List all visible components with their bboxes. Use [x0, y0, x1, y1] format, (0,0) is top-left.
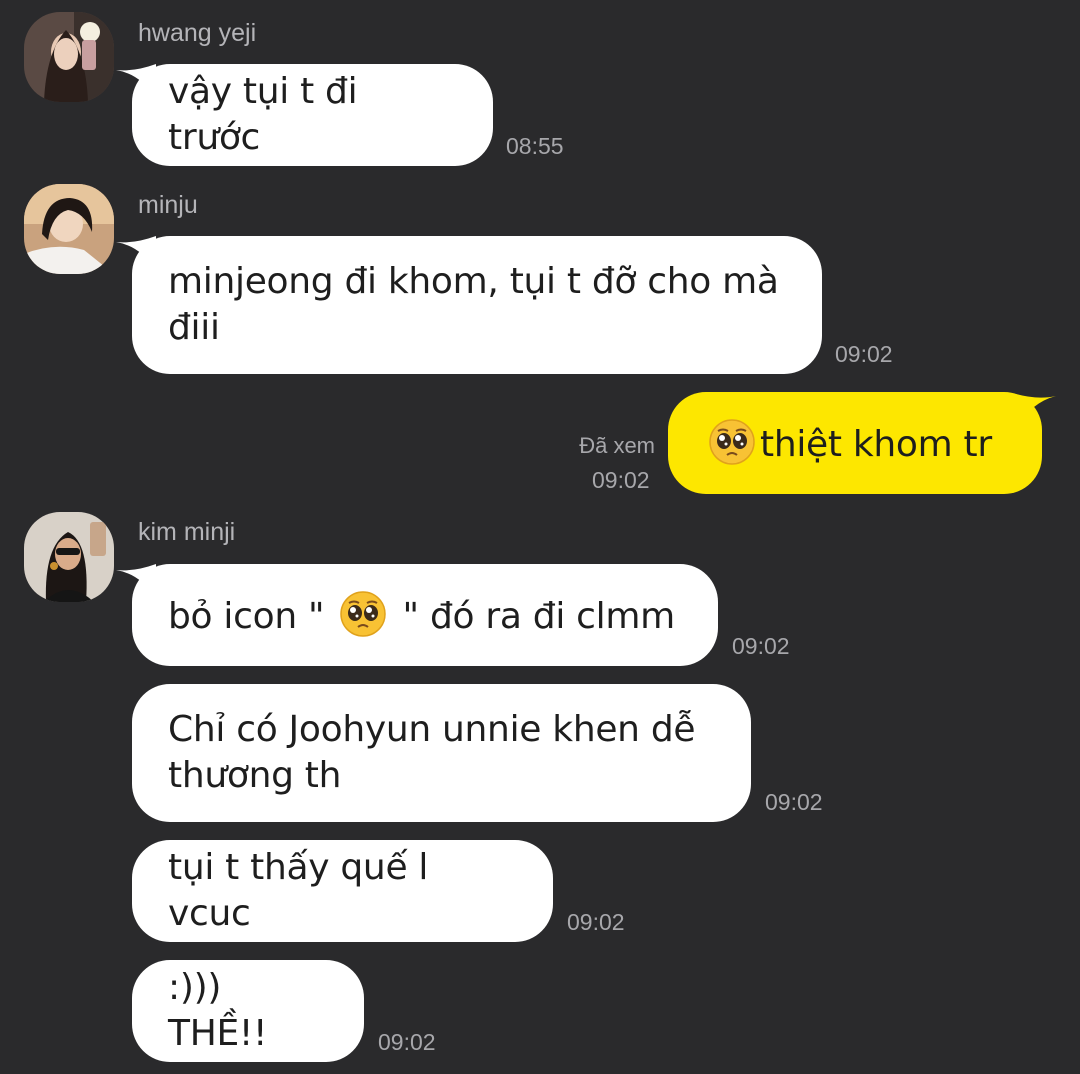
message-text-part: " đó ra đi clmm	[391, 596, 676, 637]
avatar-kim-minji[interactable]	[24, 512, 114, 602]
message-text: Chỉ có Joohyun unnie khen dễ thương th	[168, 709, 696, 796]
message-bubble[interactable]: vậy tụi t đi trước	[132, 64, 493, 166]
message-time: 08:55	[506, 133, 564, 159]
message-text: vậy tụi t đi trước	[168, 71, 358, 158]
pleading-face-icon	[708, 418, 756, 466]
my-message-bubble[interactable]: thiệt khom tr	[668, 392, 1042, 494]
read-status: Đã xem	[579, 433, 655, 458]
pleading-face-icon	[339, 590, 387, 638]
avatar-hwang-yeji[interactable]	[24, 12, 114, 102]
message-time: 09:02	[592, 467, 650, 493]
message-text-part: bỏ icon "	[168, 596, 336, 637]
message-bubble[interactable]: minjeong đi khom, tụi t đỡ cho mà điii	[132, 236, 822, 374]
sender-name: minju	[138, 191, 198, 219]
message-text: thiệt khom tr	[704, 418, 992, 468]
message-time: 09:02	[765, 789, 823, 815]
message-time: 09:02	[567, 909, 625, 935]
message-bubble[interactable]: bỏ icon " " đó ra đi clmm	[132, 564, 718, 666]
message-bubble[interactable]: Chỉ có Joohyun unnie khen dễ thương th	[132, 684, 751, 822]
message-text: :))) THỀ!!	[168, 967, 268, 1054]
sender-name: hwang yeji	[138, 19, 257, 47]
message-text: tụi t thấy quế l vcuc	[168, 847, 429, 934]
message-bubble[interactable]: :))) THỀ!!	[132, 960, 364, 1062]
message-time: 09:02	[732, 633, 790, 659]
sender-name: kim minji	[138, 518, 236, 546]
message-text: minjeong đi khom, tụi t đỡ cho mà điii	[168, 261, 779, 348]
message-time: 09:02	[378, 1029, 436, 1055]
message-bubble[interactable]: tụi t thấy quế l vcuc	[132, 840, 553, 942]
message-time: 09:02	[835, 341, 893, 367]
message-text-part: thiệt khom tr	[760, 424, 992, 465]
message-text: bỏ icon " " đó ra đi clmm	[168, 590, 675, 640]
avatar-minju[interactable]	[24, 184, 114, 274]
